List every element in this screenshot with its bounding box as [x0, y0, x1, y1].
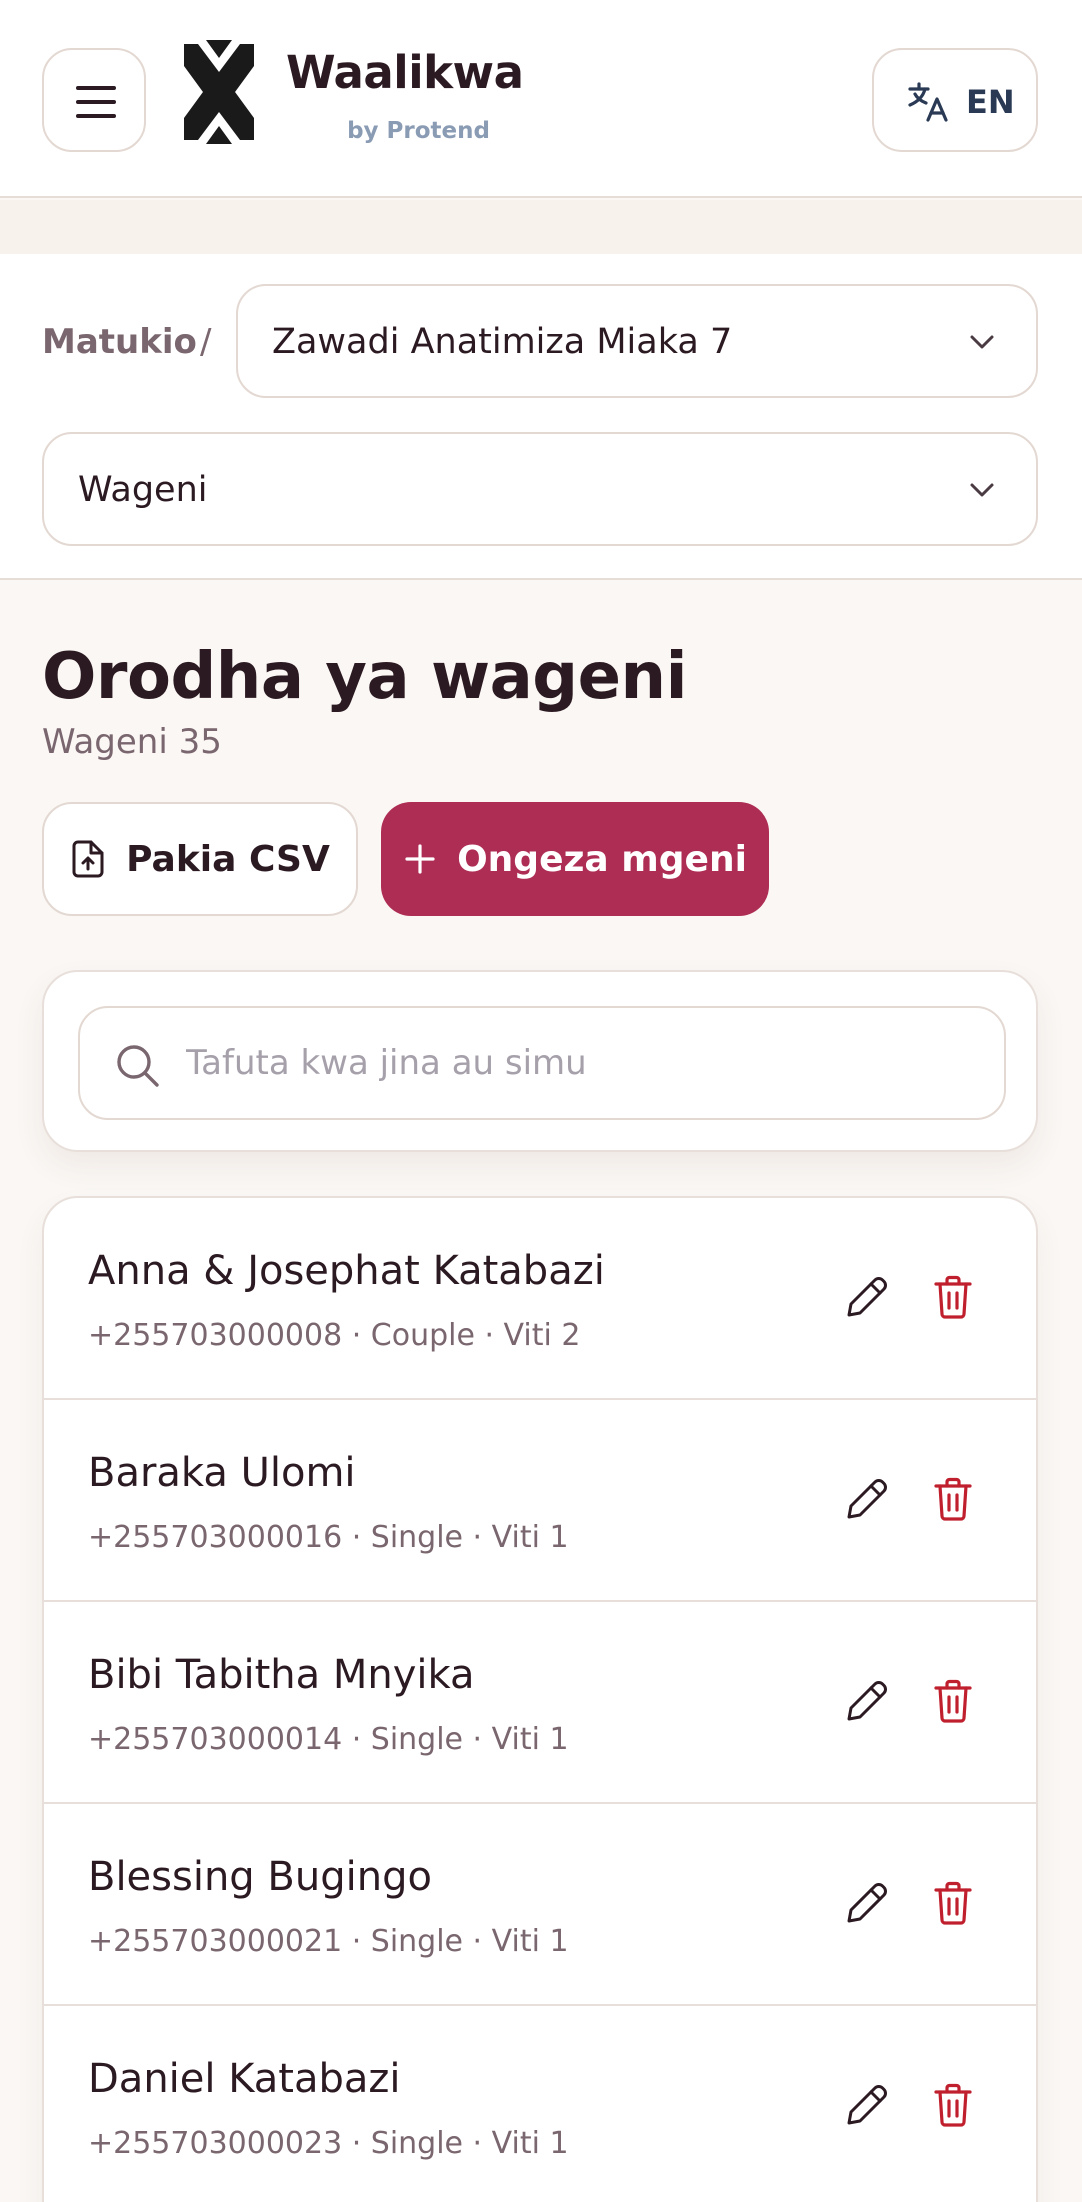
guest-name: Daniel Katabazi — [88, 2056, 401, 2102]
pencil-icon[interactable] — [844, 1274, 890, 1320]
guest-row[interactable]: Baraka Ulomi +255703000016 · Single · Vit… — [44, 1400, 1036, 1602]
section-select-value: Wageni — [78, 470, 208, 510]
guest-name: Anna & Josephat Katabazi — [88, 1248, 605, 1294]
add-guest-button[interactable]: Ongeza mgeni — [381, 802, 769, 916]
translate-icon — [906, 80, 950, 124]
guest-row[interactable]: Anna & Josephat Katabazi +255703000008 · … — [44, 1198, 1036, 1400]
guest-row[interactable]: Blessing Bugingo +255703000021 · Single ·… — [44, 1804, 1036, 2006]
guest-list-page: Waalikwa by Protend EN Matukio / Zawadi … — [0, 0, 1082, 2202]
guest-details: +255703000023 · Single · Viti 1 — [88, 2126, 569, 2161]
guest-name: Bibi Tabitha Mnyika — [88, 1652, 475, 1698]
plus-icon — [403, 842, 437, 876]
pencil-icon[interactable] — [844, 2082, 890, 2128]
breadcrumb-separator: / — [200, 322, 212, 362]
brand-subtitle: by Protend — [347, 118, 490, 144]
search-field[interactable] — [78, 1006, 1006, 1120]
guest-name: Blessing Bugingo — [88, 1854, 432, 1900]
brand-name: Waalikwa — [286, 46, 524, 99]
top-bar: Waalikwa by Protend EN — [0, 0, 1082, 198]
header-spacer — [0, 200, 1082, 254]
search-input[interactable] — [186, 1028, 986, 1098]
add-guest-label: Ongeza mgeni — [457, 838, 747, 880]
trash-icon[interactable] — [932, 1678, 974, 1724]
trash-icon[interactable] — [932, 1274, 974, 1320]
pencil-icon[interactable] — [844, 1880, 890, 1926]
event-select[interactable]: Zawadi Anatimiza Miaka 7 — [236, 284, 1038, 398]
language-button[interactable]: EN — [872, 48, 1038, 152]
waalikwa-logo[interactable] — [176, 40, 262, 144]
language-label: EN — [966, 83, 1015, 121]
guest-count: Wageni 35 — [42, 722, 222, 762]
guest-name: Baraka Ulomi — [88, 1450, 356, 1496]
search-icon — [114, 1042, 162, 1090]
guest-details: +255703000016 · Single · Viti 1 — [88, 1520, 569, 1555]
menu-button[interactable] — [42, 48, 146, 152]
guest-row[interactable]: Bibi Tabitha Mnyika +255703000014 · Singl… — [44, 1602, 1036, 1804]
guest-details: +255703000021 · Single · Viti 1 — [88, 1924, 569, 1959]
chevron-down-icon — [966, 326, 998, 358]
trash-icon[interactable] — [932, 1880, 974, 1926]
pencil-icon[interactable] — [844, 1476, 890, 1522]
event-select-value: Zawadi Anatimiza Miaka 7 — [272, 322, 733, 362]
guest-details: +255703000008 · Couple · Viti 2 — [88, 1318, 581, 1353]
section-select[interactable]: Wageni — [42, 432, 1038, 546]
upload-csv-button[interactable]: Pakia CSV — [42, 802, 358, 916]
breadcrumb-root-link[interactable]: Matukio — [42, 322, 197, 362]
upload-csv-label: Pakia CSV — [126, 838, 330, 880]
search-card — [42, 970, 1038, 1152]
trash-icon[interactable] — [932, 2082, 974, 2128]
guest-list: Anna & Josephat Katabazi +255703000008 · … — [42, 1196, 1038, 2202]
pencil-icon[interactable] — [844, 1678, 890, 1724]
chevron-down-icon — [966, 474, 998, 506]
guest-details: +255703000014 · Single · Viti 1 — [88, 1722, 569, 1757]
guest-row[interactable]: Daniel Katabazi +255703000023 · Single · … — [44, 2006, 1036, 2202]
event-selector-panel: Matukio / Zawadi Anatimiza Miaka 7 Wagen… — [0, 254, 1082, 580]
trash-icon[interactable] — [932, 1476, 974, 1522]
file-upload-icon — [70, 839, 106, 879]
page-title: Orodha ya wageni — [42, 640, 688, 714]
